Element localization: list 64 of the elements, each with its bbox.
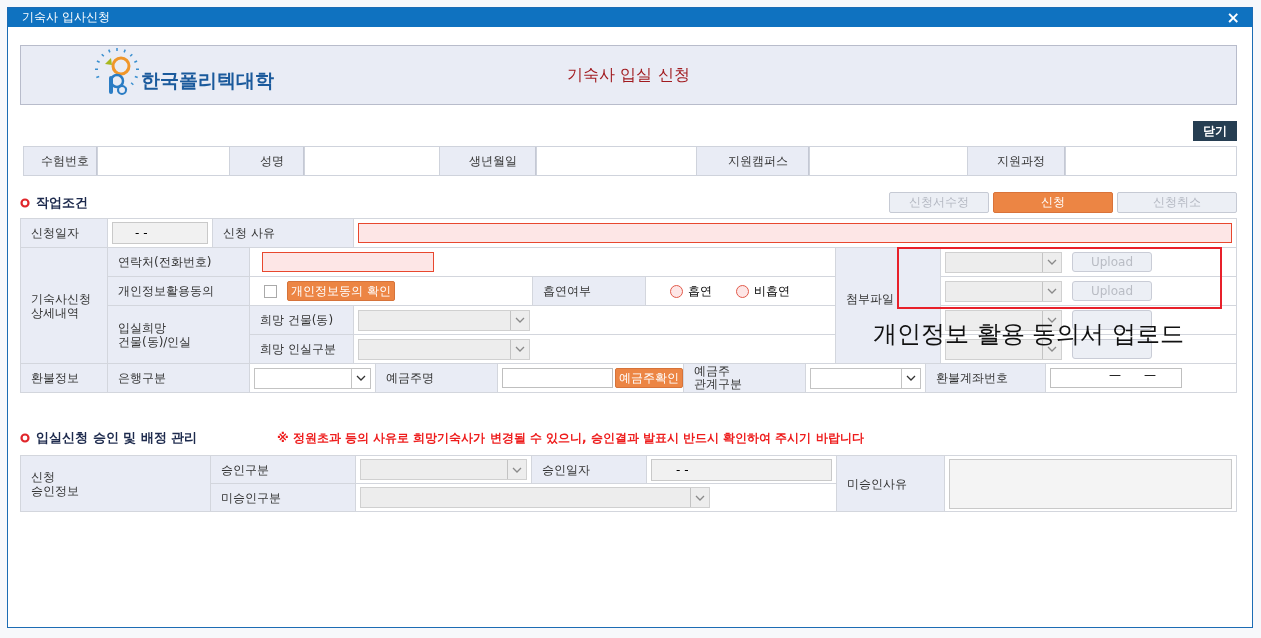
action-button[interactable]: 신청: [993, 192, 1113, 213]
field-label: 미승인구분: [211, 484, 355, 511]
field-label: 성명: [229, 147, 304, 175]
field-label: 생년월일: [439, 147, 536, 175]
field-label: 환불계좌번호: [926, 364, 1045, 392]
section-title: 작업조건: [36, 193, 88, 212]
reason-field[interactable]: [358, 223, 1232, 243]
chevron-down-icon: [515, 346, 525, 352]
chevron-down-icon: [1047, 346, 1057, 352]
radio-button[interactable]: [736, 284, 749, 298]
checkbox[interactable]: [264, 284, 277, 298]
bullet-icon: [20, 197, 30, 208]
field-label: 신청 승인정보: [21, 456, 210, 511]
date-field: - -: [651, 458, 832, 481]
select-field[interactable]: [945, 280, 1062, 302]
chevron-down-icon: [1047, 317, 1057, 323]
page-title: 기숙사 입실 신청: [567, 64, 690, 86]
notice-text: ※ 정원초과 등의 사유로 희망기숙사가 변경될 수 있으니, 승인결과 발표시 반드시 확인하여 주시기 바랍니다: [277, 429, 864, 447]
field-label: 기숙사신청 상세내역: [21, 248, 107, 363]
select-field[interactable]: [810, 367, 921, 389]
field-label: 희망 인실구분: [250, 335, 353, 363]
close-button[interactable]: 닫기: [1193, 121, 1237, 141]
field-label: 수험번호: [23, 147, 97, 175]
field-label: 지원과정: [967, 147, 1065, 175]
field-label: 은행구분: [108, 364, 249, 392]
radio-button[interactable]: [670, 284, 683, 298]
chevron-down-icon: [356, 375, 366, 381]
field-label: 환불정보: [21, 364, 107, 392]
chevron-down-icon: [1047, 259, 1057, 265]
field-label: 승인구분: [211, 456, 355, 483]
field-label: 개인정보활용동의: [108, 277, 249, 305]
account-field[interactable]: — —: [1050, 368, 1182, 388]
field-label: 희망 건물(동): [250, 306, 353, 334]
field-label: 예금주 관계구분: [684, 364, 805, 392]
field-label: 흡연여부: [533, 277, 645, 305]
chevron-down-icon: [695, 494, 705, 501]
consent-check-button[interactable]: 개인정보동의 확인: [287, 281, 395, 301]
window-title: 기숙사 입사신청: [22, 9, 110, 26]
select-field[interactable]: [945, 251, 1062, 273]
holder-check-button[interactable]: 예금주확인: [615, 368, 683, 388]
field-label: 연락처(전화번호): [108, 248, 249, 276]
date-field: - -: [112, 222, 208, 244]
field-label: 신청 사유: [213, 219, 353, 247]
field-label: 지원캠퍼스: [696, 147, 809, 175]
close-icon[interactable]: ×: [1226, 9, 1240, 26]
annotation-text: 개인정보 활용 동의서 업로드: [873, 321, 1184, 347]
chevron-down-icon: [515, 317, 525, 323]
field-label: 미승인사유: [837, 456, 944, 511]
account-holder-field[interactable]: [502, 368, 613, 388]
chevron-down-icon: [1047, 288, 1057, 294]
phone-field[interactable]: [262, 252, 434, 272]
org-name: 한국폴리텍대학: [141, 68, 274, 93]
field-label: 입실희망 건물(동)/인실: [108, 306, 249, 363]
field-label: 예금주명: [376, 364, 497, 392]
bullet-icon: [20, 433, 30, 443]
section-title: 입실신청 승인 및 배정 관리: [36, 429, 198, 447]
radio-label: 흡연: [688, 282, 712, 300]
chevron-down-icon: [906, 375, 916, 381]
field-label: 승인일자: [532, 456, 646, 483]
select-field[interactable]: [254, 367, 371, 389]
radio-label: 비흡연: [754, 282, 790, 300]
field-label: 신청일자: [21, 219, 107, 247]
reason-textarea[interactable]: [949, 458, 1232, 509]
chevron-down-icon: [512, 466, 522, 473]
